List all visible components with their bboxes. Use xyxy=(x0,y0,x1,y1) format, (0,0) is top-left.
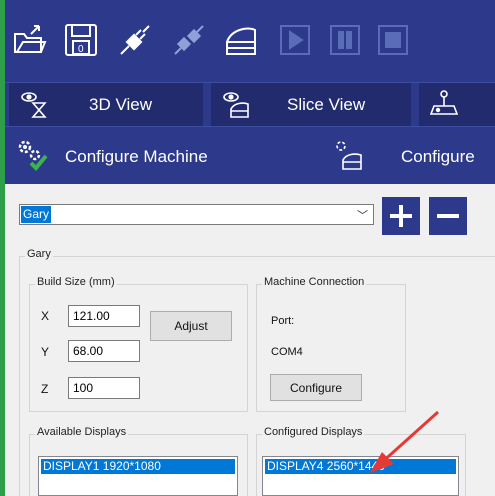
tab-configure[interactable]: Configure xyxy=(333,127,495,185)
add-machine-button[interactable] xyxy=(382,197,420,235)
tab-configure-machine-label: Configure Machine xyxy=(65,147,208,166)
play-icon[interactable] xyxy=(273,18,317,62)
tab-3d-view-label: 3D View xyxy=(89,95,152,114)
tab-3d-view[interactable]: 3D View xyxy=(9,83,203,127)
main-toolbar: 0 xyxy=(5,0,495,82)
machine-select[interactable]: Gary ﹀ xyxy=(19,204,374,225)
slice-icon[interactable] xyxy=(219,18,263,62)
eye-hourglass-icon xyxy=(19,89,49,124)
build-z-input[interactable]: 100 xyxy=(68,377,140,399)
tab-control[interactable] xyxy=(419,83,495,127)
list-item[interactable]: DISPLAY1 1920*1080 xyxy=(41,459,235,474)
tab-slice-view[interactable]: Slice View xyxy=(211,83,411,127)
x-label: X xyxy=(41,309,50,323)
gears-check-icon xyxy=(17,139,49,176)
port-label: Port: xyxy=(271,315,295,327)
available-displays-list[interactable]: DISPLAY1 1920*1080 xyxy=(38,456,238,496)
port-value: COM4 xyxy=(271,346,303,358)
build-y-input[interactable]: 68.00 xyxy=(68,340,140,362)
view-tab-bar: 3D View Slice View xyxy=(5,82,495,127)
machine-select-value: Gary xyxy=(21,206,52,223)
disconnect-icon[interactable] xyxy=(167,18,211,62)
machine-connection-title: Machine Connection xyxy=(262,276,367,288)
plus-icon xyxy=(390,205,412,227)
connect-icon[interactable] xyxy=(113,18,157,62)
build-size-title: Build Size (mm) xyxy=(35,276,117,288)
gear-layers-icon xyxy=(333,139,365,176)
chevron-down-icon[interactable]: ﹀ xyxy=(357,207,368,223)
build-x-input[interactable]: 121.00 xyxy=(68,305,140,327)
machine-group-title: Gary xyxy=(25,248,53,260)
adjust-button[interactable]: Adjust xyxy=(150,311,232,341)
open-folder-icon[interactable] xyxy=(7,18,51,62)
svg-text:0: 0 xyxy=(78,44,84,55)
z-label: Z xyxy=(41,382,49,396)
y-label: Y xyxy=(41,345,50,359)
joystick-icon xyxy=(429,89,459,124)
configure-connection-button[interactable]: Configure xyxy=(270,374,362,401)
tab-configure-label: Configure xyxy=(401,147,475,166)
minus-icon xyxy=(437,214,459,218)
pause-icon[interactable] xyxy=(323,18,367,62)
eye-layers-icon xyxy=(221,89,251,124)
configure-tab-bar: Configure Machine Configure xyxy=(5,126,495,184)
configured-displays-title: Configured Displays xyxy=(262,426,365,438)
available-displays-title: Available Displays xyxy=(35,426,129,438)
save-icon[interactable]: 0 xyxy=(59,18,103,62)
tab-slice-view-label: Slice View xyxy=(287,95,366,114)
annotation-arrow xyxy=(370,410,440,473)
stop-icon[interactable] xyxy=(371,18,415,62)
tab-configure-machine[interactable]: Configure Machine xyxy=(5,127,305,185)
remove-machine-button[interactable] xyxy=(429,197,467,235)
